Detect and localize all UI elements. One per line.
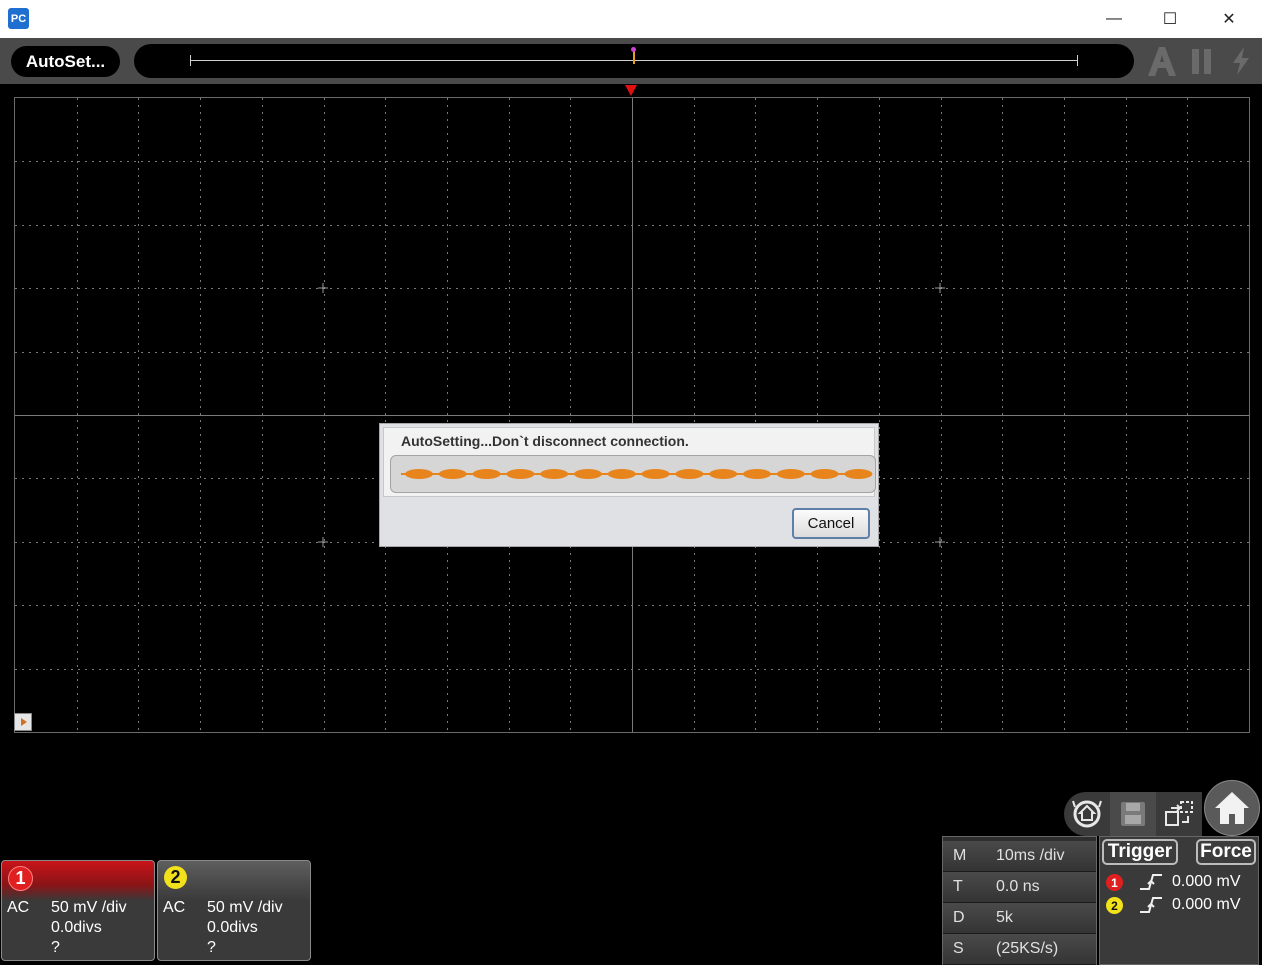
progress-segment (675, 469, 704, 479)
progress-segment (574, 469, 602, 479)
window-switch-icon[interactable] (1156, 792, 1202, 836)
trigger-ch1-level: 0.000 mV (1172, 873, 1241, 890)
rising-edge-icon (1138, 872, 1164, 897)
tool-buttons (1064, 780, 1260, 836)
depth-value: 5k (996, 909, 1013, 926)
progress-bar (390, 455, 876, 493)
progress-segment (743, 469, 771, 479)
timebase-row[interactable]: M 10ms /div (943, 841, 1096, 872)
depth-key: D (953, 909, 965, 926)
progress-segment (607, 469, 636, 479)
channel-1-offset: 0.0divs (51, 919, 102, 936)
maximize-button[interactable]: ☐ (1147, 0, 1193, 38)
waveform-display[interactable] (14, 97, 1250, 733)
autoset-button[interactable]: AutoSet... (11, 46, 120, 77)
lightning-icon[interactable] (1228, 42, 1254, 80)
progress-segment (438, 469, 467, 479)
trigger-time-key: T (953, 878, 963, 895)
depth-row[interactable]: D 5k (943, 903, 1096, 934)
trigger-channel-1[interactable]: 1 0.000 mV (1106, 872, 1256, 892)
trigger-time-row[interactable]: T 0.0 ns (943, 872, 1096, 903)
trigger-channel-2[interactable]: 2 0.000 mV (1106, 895, 1256, 915)
trigger-ch1-badge: 1 (1106, 874, 1123, 891)
sample-rate-value: (25KS/s) (996, 940, 1059, 957)
channel-2-probe: ? (207, 939, 216, 956)
trigger-ch2-badge: 2 (1106, 897, 1123, 914)
progress-segment (709, 469, 738, 479)
progress-segment (776, 469, 805, 479)
save-icon[interactable] (1110, 792, 1156, 836)
progress-segment (844, 469, 873, 479)
close-button[interactable]: ✕ (1206, 0, 1252, 38)
zoom-home-icon[interactable] (1064, 792, 1110, 836)
progress-segment (540, 469, 569, 479)
channel-1-coupling: AC (7, 899, 30, 916)
progress-segment (810, 469, 839, 479)
rising-edge-icon (1138, 895, 1164, 920)
timeline-start-cap (190, 55, 191, 66)
dialog-message: AutoSetting...Don`t disconnect connectio… (401, 433, 689, 449)
timeline-end-cap (1077, 55, 1078, 66)
cancel-button[interactable]: Cancel (792, 508, 870, 539)
channel-1-scale: 50 mV /div (51, 899, 127, 916)
home-icon[interactable] (1204, 780, 1260, 836)
progress-segment (641, 469, 670, 479)
app-icon: PC (8, 8, 29, 29)
trigger-ch2-level: 0.000 mV (1172, 896, 1241, 913)
sample-rate-key: S (953, 940, 964, 957)
channel-2-panel[interactable]: 2 AC 50 mV /div 0.0divs ? (157, 860, 311, 961)
title-bar: PC — ☐ ✕ (0, 0, 1262, 38)
trigger-position-marker[interactable] (625, 85, 637, 96)
channel-2-badge: 2 (164, 866, 187, 889)
dialog-content: AutoSetting...Don`t disconnect connectio… (383, 427, 876, 497)
trigger-panel: Trigger Force 1 0.000 mV 2 0.000 mV (1099, 836, 1259, 965)
timebase-key: M (953, 847, 967, 864)
auto-icon[interactable] (1145, 42, 1179, 80)
channel-2-coupling: AC (163, 899, 186, 916)
channel-1-badge: 1 (8, 866, 33, 891)
progress-indicator (401, 469, 873, 479)
channel-1-panel[interactable]: 1 AC 50 mV /div 0.0divs ? (1, 860, 155, 961)
trigger-time-value: 0.0 ns (996, 878, 1040, 895)
progress-segment (506, 469, 535, 479)
play-icon[interactable] (14, 713, 32, 731)
trigger-button[interactable]: Trigger (1102, 839, 1178, 865)
force-button[interactable]: Force (1196, 839, 1256, 865)
channel-1-probe: ? (51, 939, 60, 956)
timebase-panel: M 10ms /div T 0.0 ns D 5k S (25KS/s) (942, 836, 1097, 965)
timebase-value: 10ms /div (996, 847, 1065, 864)
progress-segment (405, 469, 433, 479)
channel-2-scale: 50 mV /div (207, 899, 283, 916)
timeline-position-dot (631, 47, 636, 52)
graticule-grid (15, 98, 1249, 732)
autosetting-dialog: AutoSetting...Don`t disconnect connectio… (379, 423, 879, 547)
channel-2-offset: 0.0divs (207, 919, 258, 936)
minimize-button[interactable]: — (1091, 0, 1137, 38)
sample-rate-row[interactable]: S (25KS/s) (943, 934, 1096, 965)
pause-icon[interactable] (1189, 42, 1215, 80)
horizontal-position-bar[interactable] (134, 44, 1134, 78)
progress-segment (472, 469, 501, 479)
